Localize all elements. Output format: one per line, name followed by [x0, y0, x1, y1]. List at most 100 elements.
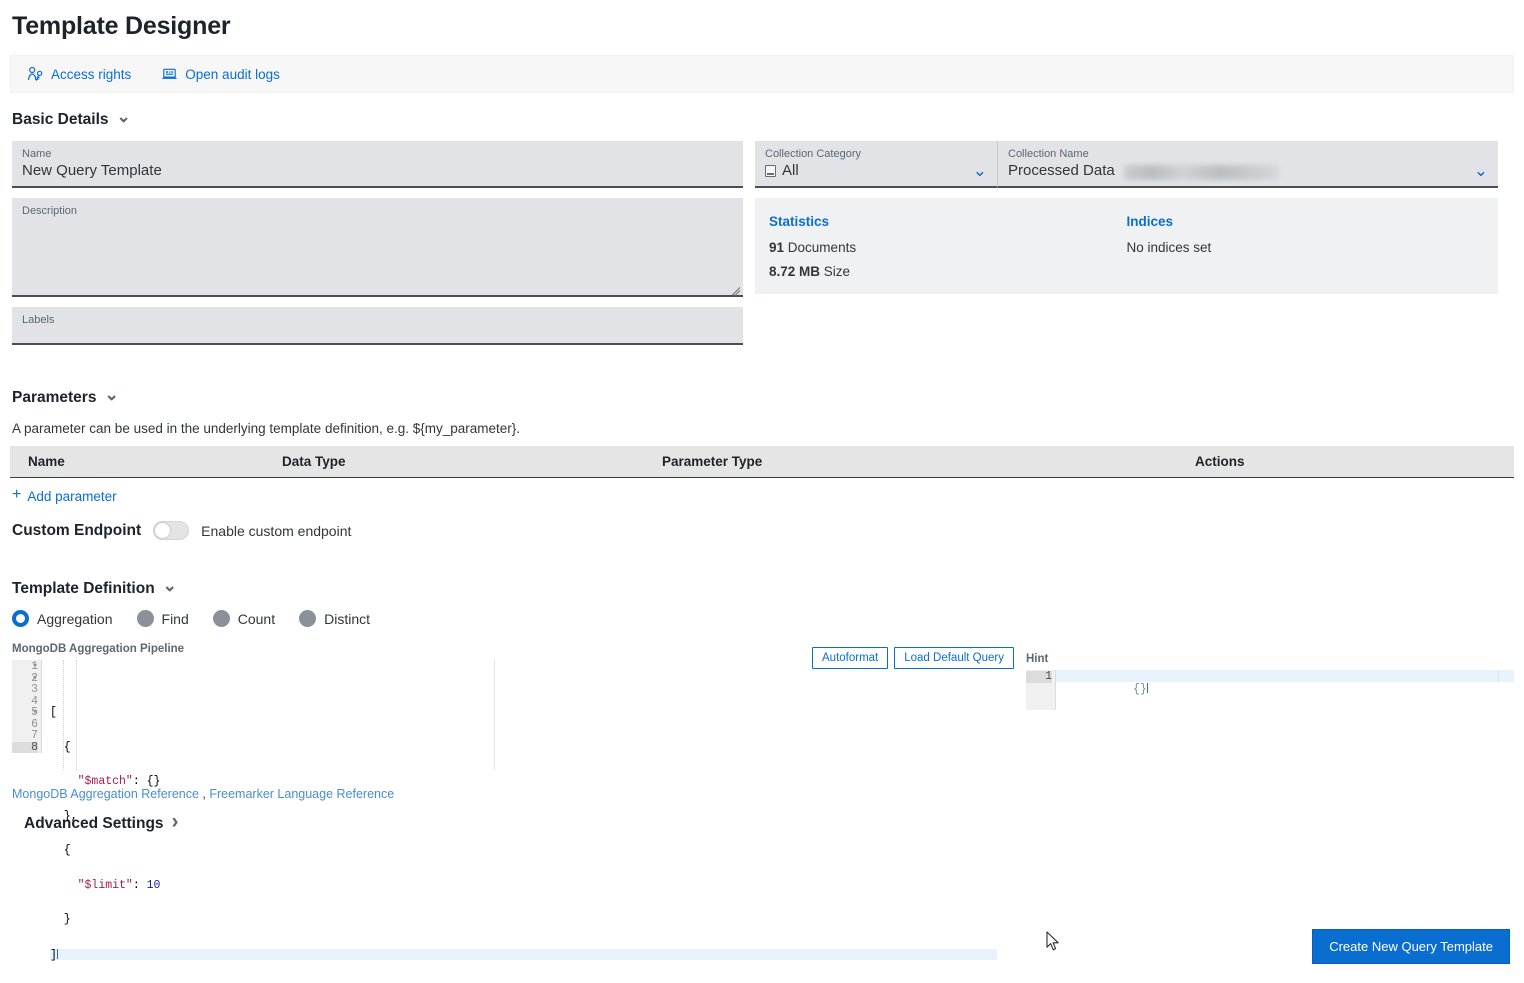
add-parameter-label: Add parameter	[27, 489, 116, 504]
mouse-cursor	[1046, 931, 1062, 958]
add-parameter-button[interactable]: + Add parameter	[12, 488, 117, 504]
chevron-down-icon	[163, 581, 177, 598]
collection-category-value: All	[782, 161, 799, 181]
indices-title: Indices	[1127, 214, 1485, 229]
audit-log-icon	[161, 66, 178, 83]
code-line: {	[50, 845, 997, 857]
column-header-data-type: Data Type	[282, 454, 662, 469]
hint-value: {}	[1133, 683, 1147, 696]
freemarker-language-reference-link[interactable]: Freemarker Language Reference	[209, 787, 394, 801]
parameters-table-header: Name Data Type Parameter Type Actions	[10, 446, 1514, 478]
statistics-documents: 91 Documents	[769, 240, 1127, 255]
mongodb-aggregation-reference-link[interactable]: MongoDB Aggregation Reference	[12, 787, 199, 801]
basic-details-title: Basic Details	[12, 111, 109, 129]
open-audit-logs-button[interactable]: Open audit logs	[153, 62, 288, 87]
link-separator: ,	[199, 787, 209, 801]
labels-field[interactable]: Labels	[12, 307, 743, 345]
code-line: {	[50, 742, 997, 754]
parameters-table: Name Data Type Parameter Type Actions	[10, 446, 1514, 478]
collection-name-value: Processed Data	[1008, 161, 1115, 181]
enable-custom-endpoint-toggle[interactable]	[153, 521, 189, 540]
code-line: "$limit": 10	[50, 880, 997, 892]
radio-find-label: Find	[162, 611, 189, 627]
section-header-basic-details[interactable]: Basic Details	[12, 111, 131, 129]
name-field-value: New Query Template	[22, 161, 733, 181]
hint-editor-label: Hint	[1026, 653, 1514, 665]
section-header-parameters[interactable]: Parameters	[12, 389, 119, 407]
name-field-label: Name	[22, 147, 733, 161]
radio-find[interactable]: Find	[137, 610, 189, 627]
radio-count-label: Count	[238, 611, 275, 627]
page-title: Template Designer	[0, 0, 1524, 41]
name-field[interactable]: Name New Query Template	[12, 141, 743, 188]
custom-endpoint-title: Custom Endpoint	[12, 522, 141, 540]
basic-details-left-column: Name New Query Template Description Labe…	[0, 141, 755, 345]
statistics-documents-value: 91	[769, 240, 784, 255]
code-line: "$match": {}	[50, 776, 997, 788]
description-field[interactable]: Description	[12, 198, 743, 297]
parameters-title: Parameters	[12, 389, 96, 407]
fold-arrow-icon[interactable]: ▾	[33, 707, 41, 719]
fold-arrow-icon[interactable]: ▾	[33, 673, 41, 685]
basic-details-right-column: Collection Category All ⌄ Collection Nam…	[755, 141, 1510, 345]
radio-aggregation-label: Aggregation	[37, 611, 113, 627]
code-line: [	[50, 707, 997, 719]
radio-dot-selected-icon	[12, 610, 29, 627]
load-default-query-button[interactable]: Load Default Query	[894, 647, 1014, 669]
collection-icon	[765, 165, 776, 177]
chevron-right-icon	[172, 813, 179, 834]
hint-editor: Hint 1 {}	[1026, 653, 1514, 710]
template-designer-page: Template Designer Access rights	[0, 0, 1524, 983]
labels-field-label: Labels	[22, 313, 733, 327]
code-line: },	[50, 811, 997, 823]
custom-endpoint-toggle-label: Enable custom endpoint	[201, 523, 351, 539]
editor-reference-links: MongoDB Aggregation Reference , Freemark…	[12, 787, 394, 801]
statistics-size-value: 8.72 MB	[769, 264, 820, 279]
hint-line-numbers: 1	[1026, 670, 1056, 710]
custom-endpoint-row: Custom Endpoint Enable custom endpoint	[12, 521, 1524, 540]
editor-action-buttons: Autoformat Load Default Query	[812, 647, 1014, 669]
autoformat-button[interactable]: Autoformat	[812, 647, 888, 669]
header-toolbar: Access rights Open audit logs	[10, 55, 1514, 93]
plus-icon: +	[12, 487, 21, 503]
code-line: }	[50, 914, 997, 926]
hint-editor-body[interactable]: 1 {}	[1026, 670, 1514, 710]
chevron-down-icon	[104, 390, 118, 407]
line-number: 3	[12, 684, 38, 696]
section-header-template-definition[interactable]: Template Definition	[12, 580, 177, 598]
editors-area: MongoDB Aggregation Pipeline 1 2 3 4 5 6…	[0, 643, 1524, 793]
access-rights-icon	[27, 66, 44, 83]
resize-handle-icon[interactable]	[729, 281, 740, 292]
column-header-parameter-type: Parameter Type	[662, 454, 1195, 469]
create-new-query-template-button[interactable]: Create New Query Template	[1312, 929, 1510, 964]
collection-selectors: Collection Category All ⌄ Collection Nam…	[755, 141, 1498, 188]
collection-name-select[interactable]: Collection Name Processed Data ⌄	[998, 141, 1498, 188]
statistics-size-label: Size	[824, 264, 850, 279]
chevron-down-icon	[117, 112, 131, 129]
collection-name-label: Collection Name	[1008, 147, 1474, 161]
radio-distinct[interactable]: Distinct	[299, 610, 370, 627]
pipeline-editor-body[interactable]: 1 2 3 4 5 6 7 8 ▾ ▾ ▾	[12, 660, 997, 770]
indices-text: No indices set	[1127, 240, 1485, 255]
parameters-description: A parameter can be used in the underlyin…	[12, 421, 1524, 436]
pipeline-code[interactable]: [ { "$match": {} }, { "$limit": 10 } ]	[42, 660, 997, 770]
column-header-actions: Actions	[1195, 454, 1514, 469]
statistics-size: 8.72 MB Size	[769, 264, 1127, 279]
radio-aggregation[interactable]: Aggregation	[12, 610, 113, 627]
redacted-collection-suffix	[1124, 165, 1279, 180]
hint-code[interactable]: {}	[1056, 670, 1514, 682]
collection-info-panel: Statistics 91 Documents 8.72 MB Size Ind…	[755, 198, 1498, 294]
access-rights-button[interactable]: Access rights	[19, 62, 139, 87]
fold-arrow-icon[interactable]: ▾	[33, 661, 41, 673]
collection-category-label: Collection Category	[765, 147, 973, 161]
statistics-block: Statistics 91 Documents 8.72 MB Size	[769, 214, 1127, 294]
statistics-title: Statistics	[769, 214, 1127, 229]
collection-category-select[interactable]: Collection Category All ⌄	[755, 141, 998, 188]
statistics-documents-label: Documents	[788, 240, 856, 255]
access-rights-label: Access rights	[51, 67, 131, 82]
description-field-label: Description	[22, 204, 733, 218]
radio-count[interactable]: Count	[213, 610, 275, 627]
chevron-down-icon[interactable]: ⌄	[973, 162, 987, 181]
chevron-down-icon[interactable]: ⌄	[1474, 162, 1488, 181]
code-line-active: ]	[50, 949, 997, 961]
